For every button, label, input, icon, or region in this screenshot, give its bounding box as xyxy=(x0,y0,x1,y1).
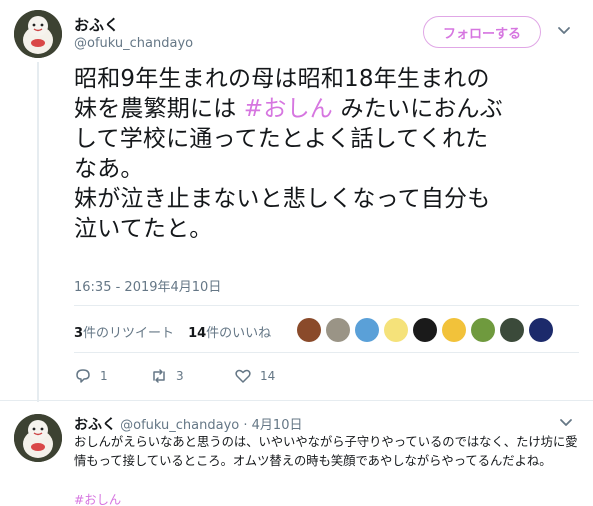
like-count: 14 xyxy=(260,369,276,383)
chevron-down-icon[interactable] xyxy=(558,414,574,430)
reply-icon xyxy=(74,367,92,385)
hashtag-link[interactable]: #おしん xyxy=(244,96,333,122)
thread-line xyxy=(37,62,39,402)
reply-display-name[interactable]: おふく xyxy=(74,417,116,433)
liker-avatar[interactable] xyxy=(384,318,408,342)
divider xyxy=(0,400,593,401)
divider xyxy=(74,352,579,353)
retweet-stat[interactable]: 3件のリツイート xyxy=(74,322,174,341)
like-stat-count: 14 xyxy=(188,326,207,341)
tweet-text: 昭和9年生まれの母は昭和18年生まれの 妹を農繁期には #おしん みたいにおんぶ… xyxy=(74,64,579,244)
retweet-count: 3 xyxy=(176,369,184,383)
heart-icon xyxy=(234,367,252,385)
like-stat[interactable]: 14件のいいね xyxy=(188,322,271,341)
like-stat-label: 件のいいね xyxy=(206,326,272,341)
reply-hashtag-link[interactable]: #おしん xyxy=(74,490,121,506)
tweet-text-line: 昭和9年生まれの母は昭和18年生まれの xyxy=(74,66,490,92)
tweet-text-line: なあ。 xyxy=(74,156,144,182)
retweet-stat-count: 3 xyxy=(74,326,84,341)
reply-count: 1 xyxy=(100,369,108,383)
reply-avatar[interactable] xyxy=(14,414,62,462)
follow-button[interactable]: フォローする xyxy=(423,16,541,48)
tweet-text-segment: 妹を農繁期には xyxy=(74,96,237,122)
liker-avatar[interactable] xyxy=(413,318,437,342)
tweet-stats: 3件のリツイート 14件のいいね xyxy=(74,322,271,341)
liker-avatar[interactable] xyxy=(355,318,379,342)
reply-handle[interactable]: @ofuku_chandayo xyxy=(120,418,239,433)
liker-avatar[interactable] xyxy=(500,318,524,342)
retweet-icon xyxy=(150,367,168,385)
tweet-text-line: 泣いてたと。 xyxy=(74,216,213,242)
liker-avatars xyxy=(297,318,553,342)
liker-avatar[interactable] xyxy=(471,318,495,342)
avatar-image xyxy=(14,10,62,58)
reply-text: おしんがえらいなあと思うのは、いやいやながら子守りやっているのではなく、たけ坊に… xyxy=(74,435,578,468)
tweet-text-line: して学校に通ってたとよく話してくれた xyxy=(74,126,489,152)
reply-header: おふく @ofuku_chandayo · 4月10日 xyxy=(74,414,302,434)
tweet-timestamp[interactable]: 16:35 - 2019年4月10日 xyxy=(74,276,221,295)
divider xyxy=(74,305,579,306)
retweet-button[interactable]: 3 xyxy=(150,367,234,385)
chevron-down-icon[interactable] xyxy=(556,22,572,38)
retweet-stat-label: 件のリツイート xyxy=(83,326,175,341)
tweet-actions: 1 3 14 xyxy=(74,367,275,385)
avatar-image xyxy=(14,414,62,462)
reply-button[interactable]: 1 xyxy=(74,367,150,385)
liker-avatar[interactable] xyxy=(297,318,321,342)
avatar[interactable] xyxy=(14,10,62,58)
user-handle[interactable]: @ofuku_chandayo xyxy=(74,36,193,51)
liker-avatar[interactable] xyxy=(326,318,350,342)
tweet-text-line: 妹を農繁期には #おしん みたいにおんぶ xyxy=(74,94,579,124)
reply-date[interactable]: · 4月10日 xyxy=(243,418,302,433)
liker-avatar[interactable] xyxy=(442,318,466,342)
like-button[interactable]: 14 xyxy=(234,367,275,385)
display-name[interactable]: おふく xyxy=(74,14,119,35)
tweet-text-line: 妹が泣き止まないと悲しくなって自分も xyxy=(74,186,491,212)
tweet-text-segment: みたいにおんぶ xyxy=(340,96,503,122)
liker-avatar[interactable] xyxy=(529,318,553,342)
